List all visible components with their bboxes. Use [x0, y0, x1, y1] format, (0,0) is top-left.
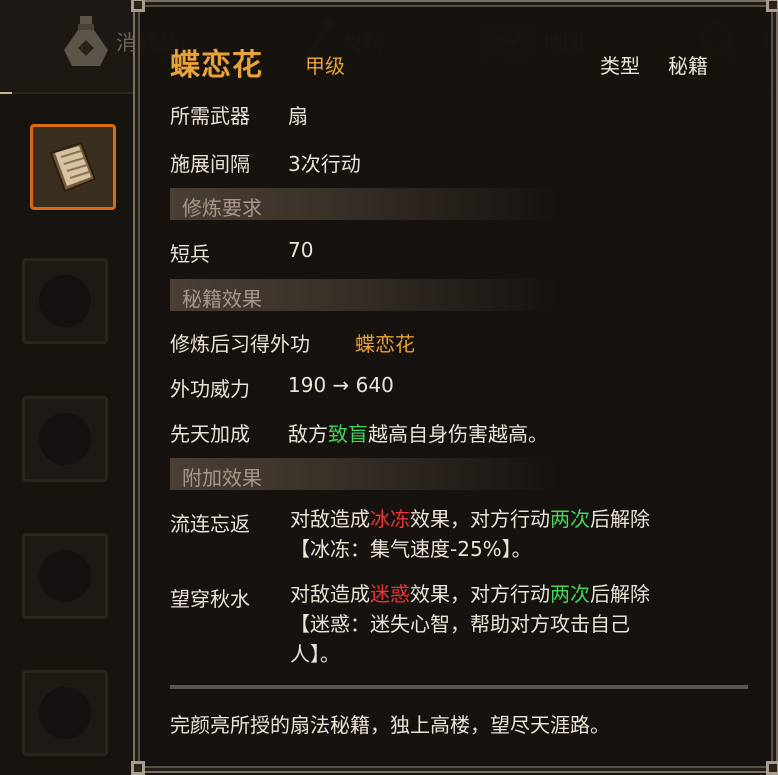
requirement-value: 70 [288, 238, 314, 262]
extra-effect-2-label: 望穿秋水 [170, 587, 250, 611]
learned-skill-row: 修炼后习得外功 蝶恋花 [170, 328, 415, 357]
text-line: 【迷惑：迷失心智，帮助对方攻击自己 [290, 612, 630, 636]
status-keyword: 迷惑 [370, 582, 410, 606]
requirement-row: 短兵 70 [170, 238, 313, 267]
frame-corner [766, 0, 778, 12]
skill-power-row: 外功威力 190 → 640 [170, 373, 394, 402]
text-segment: 效果，对方行动 [410, 507, 550, 531]
cast-interval-label: 施展间隔 [170, 152, 250, 176]
requirement-label: 短兵 [170, 242, 210, 266]
text-line: 对敌造成迷惑效果，对方行动两次后解除 [290, 579, 730, 609]
duration-keyword: 两次 [550, 507, 590, 531]
flavor-text: 完颜亮所授的扇法秘籍，独上高楼，望尽天涯路。 [170, 713, 610, 737]
text-segment: 敌方 [288, 422, 328, 446]
potion-icon [64, 16, 108, 66]
item-slot-selected[interactable] [30, 124, 116, 210]
status-keyword: 致盲 [328, 422, 368, 446]
item-name: 蝶恋花 [170, 48, 263, 83]
item-grade: 甲级 [305, 54, 345, 78]
section-title: 修炼要求 [182, 196, 262, 220]
innate-bonus-label: 先天加成 [170, 422, 250, 446]
cast-interval-row: 施展间隔 3次行动 [170, 148, 361, 177]
text-line: 人】。 [290, 642, 340, 666]
extra-effect-1-text: 对敌造成冰冻效果，对方行动两次后解除 【冰冻：集气速度-25%】。 [290, 504, 730, 564]
cast-interval-value: 3次行动 [288, 152, 361, 176]
extra-effect-1-label: 流连忘返 [170, 512, 250, 536]
text-line: 对敌造成冰冻效果，对方行动两次后解除 [290, 504, 730, 534]
section-header-extra: 附加效果 [170, 458, 560, 490]
frame-corner [131, 0, 145, 12]
innate-bonus-text: 敌方致盲越高自身伤害越高。 [288, 418, 548, 447]
text-segment: 后解除 [590, 507, 650, 531]
learned-skill-label: 修炼后习得外功 [170, 332, 310, 356]
item-slot[interactable] [22, 533, 108, 619]
item-tooltip: 蝶恋花 甲级 类型 秘籍 所需武器 扇 施展间隔 3次行动 修炼要求 短兵 70… [131, 0, 778, 775]
required-weapon-value: 扇 [288, 104, 308, 128]
section-header-effects: 秘籍效果 [170, 279, 560, 311]
required-weapon-label: 所需武器 [170, 104, 250, 128]
section-header-requirements: 修炼要求 [170, 188, 560, 220]
divider [170, 685, 748, 689]
section-title: 附加效果 [182, 466, 262, 490]
innate-bonus-row: 先天加成 敌方致盲越高自身伤害越高。 [170, 418, 548, 447]
extra-effect-2-text: 对敌造成迷惑效果，对方行动两次后解除 【迷惑：迷失心智，帮助对方攻击自己 人】。 [290, 579, 730, 669]
text-segment: 对敌造成 [290, 582, 370, 606]
skill-power-label: 外功威力 [170, 377, 250, 401]
item-type-value: 秘籍 [668, 54, 708, 78]
skill-power-value: 190 → 640 [288, 373, 394, 397]
text-line: 【冰冻：集气速度-25%】。 [290, 537, 532, 561]
learned-skill-value: 蝶恋花 [355, 332, 415, 356]
scroll-book-icon [49, 141, 97, 193]
text-segment: 效果，对方行动 [410, 582, 550, 606]
duration-keyword: 两次 [550, 582, 590, 606]
text-segment: 后解除 [590, 582, 650, 606]
text-segment: 越高自身伤害越高。 [368, 422, 548, 446]
text-segment: 对敌造成 [290, 507, 370, 531]
item-type-label: 类型 [600, 54, 640, 78]
required-weapon-row: 所需武器 扇 [170, 100, 308, 129]
item-slot[interactable] [22, 670, 108, 756]
item-slot[interactable] [22, 258, 108, 344]
section-title: 秘籍效果 [182, 287, 262, 311]
status-keyword: 冰冻 [370, 507, 410, 531]
item-slot[interactable] [22, 396, 108, 482]
